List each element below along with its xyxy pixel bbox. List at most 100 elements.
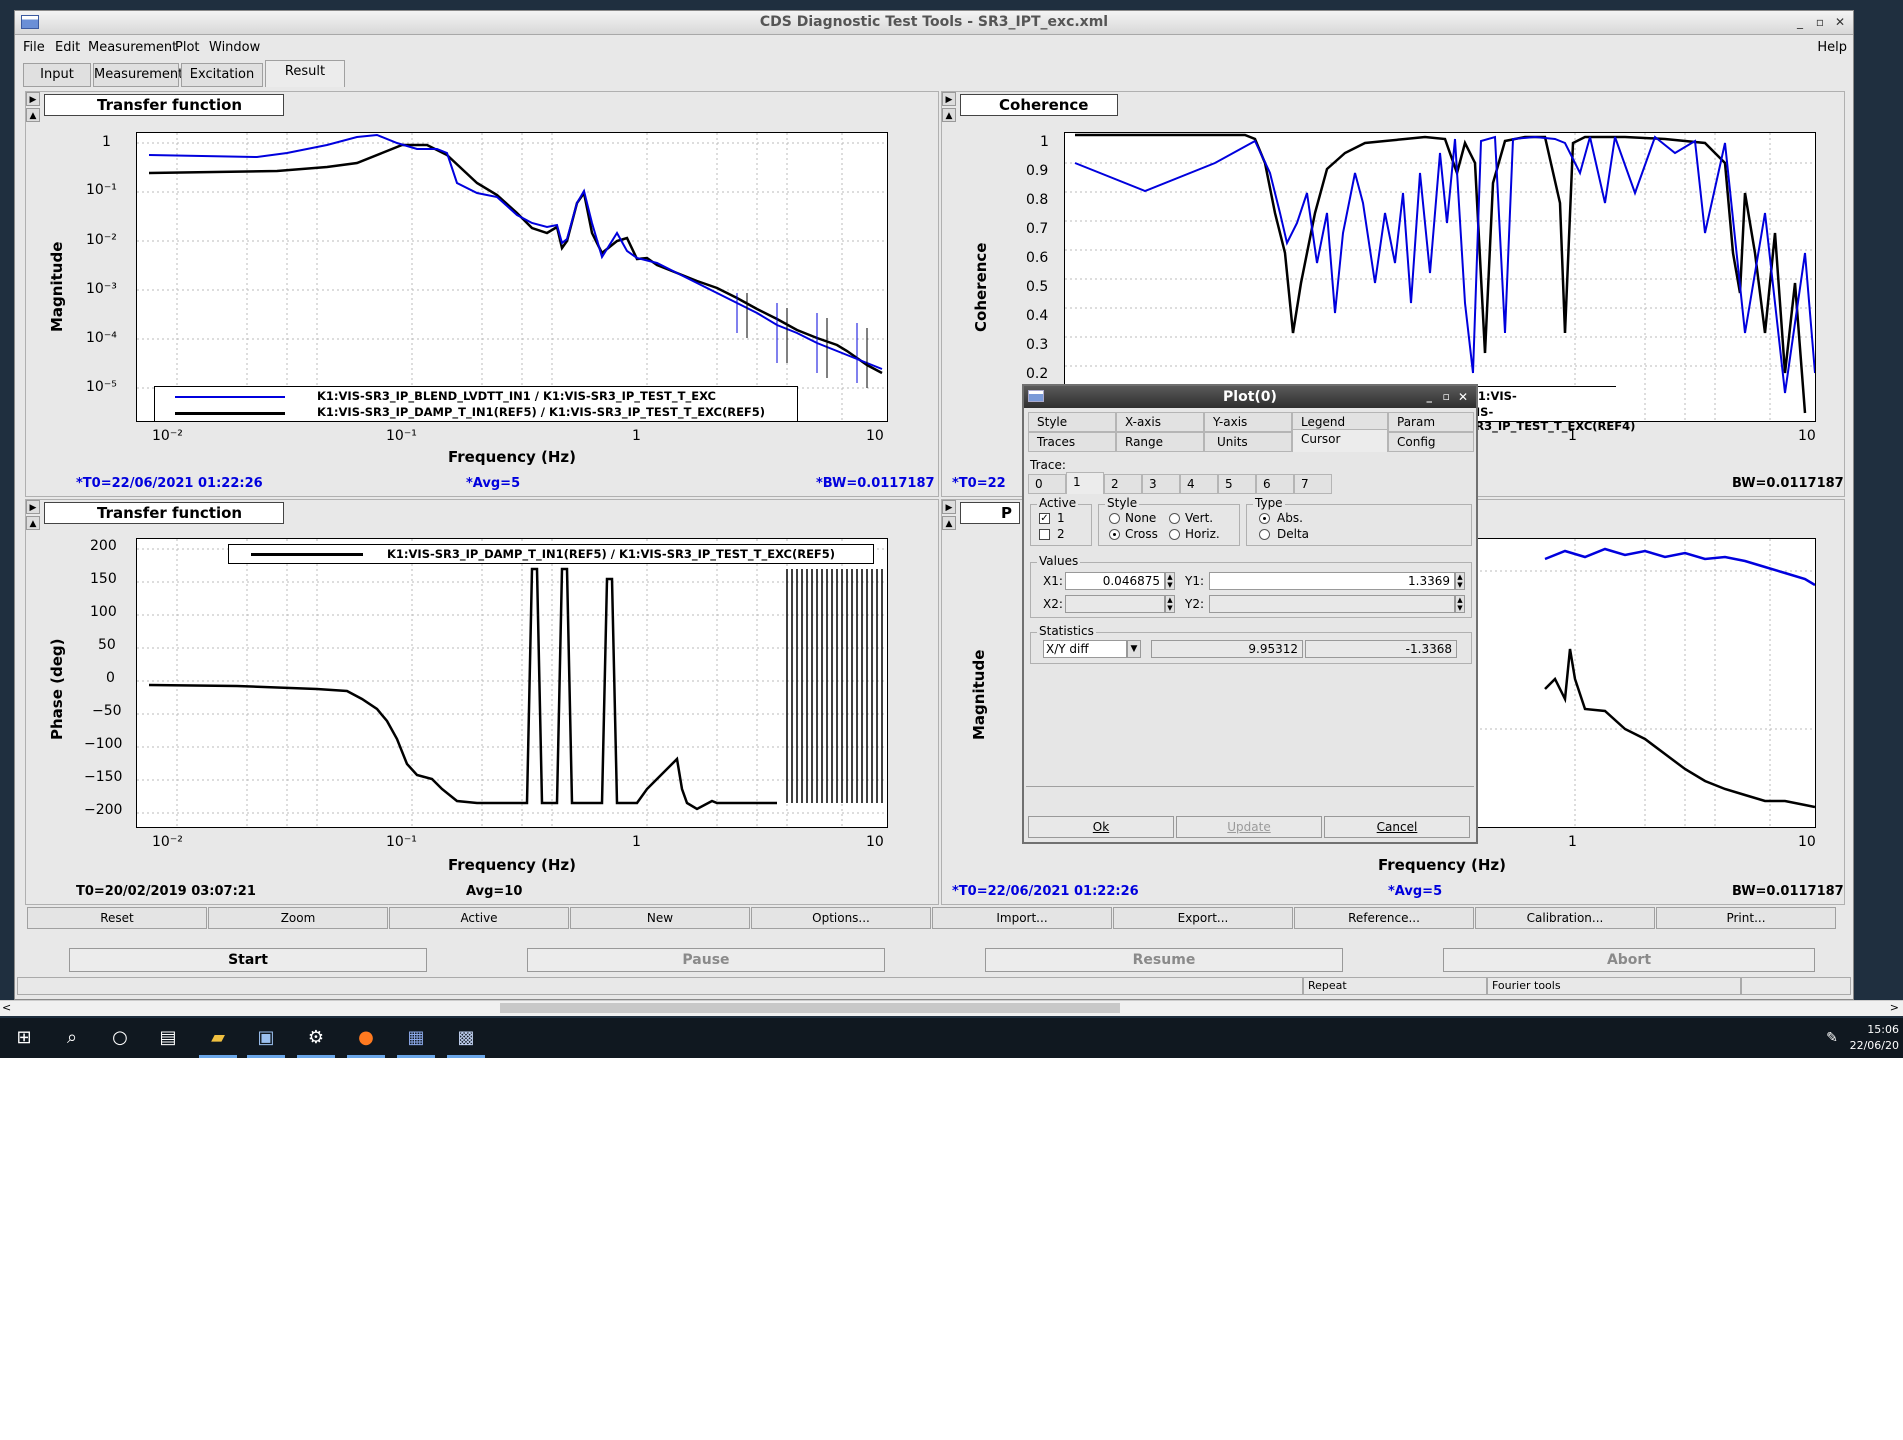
- dialog-minimize-icon[interactable]: _: [1427, 386, 1433, 408]
- magnitude-plot[interactable]: [136, 132, 888, 422]
- file-explorer-icon[interactable]: ▰: [206, 1026, 230, 1050]
- expand-arrow-icon[interactable]: ▶: [26, 500, 40, 514]
- expand-arrow-icon[interactable]: ▶: [26, 92, 40, 106]
- dialog-tab-traces[interactable]: Traces: [1028, 432, 1116, 452]
- scroll-left-icon[interactable]: <: [2, 1001, 11, 1014]
- system-clock[interactable]: 15:06 22/06/20: [1850, 1022, 1899, 1054]
- dialog-tab-param[interactable]: Param: [1388, 412, 1474, 432]
- menu-edit[interactable]: Edit: [55, 40, 80, 55]
- t0-label: *T0=22/06/2021 01:22:26: [76, 476, 263, 491]
- ok-button[interactable]: Ok: [1028, 816, 1174, 838]
- settings-gear-icon[interactable]: ⚙: [304, 1026, 328, 1050]
- style-vert-radio[interactable]: [1169, 513, 1180, 524]
- abort-button[interactable]: Abort: [1443, 948, 1815, 972]
- tab-excitation[interactable]: Excitation: [181, 63, 263, 87]
- horizontal-scrollbar[interactable]: < >: [0, 1000, 1903, 1016]
- trace-tab-2[interactable]: 2: [1104, 474, 1142, 494]
- dialog-title-bar[interactable]: Plot(0) _ ▫ ✕: [1024, 386, 1476, 408]
- start-menu-icon[interactable]: ⊞: [12, 1026, 36, 1050]
- trace-tab-3[interactable]: 3: [1142, 474, 1180, 494]
- resume-button[interactable]: Resume: [985, 948, 1343, 972]
- dialog-tab-style[interactable]: Style: [1028, 412, 1116, 432]
- tab-input[interactable]: Input: [23, 63, 91, 87]
- dialog-close-icon[interactable]: ✕: [1458, 386, 1468, 408]
- statistics-select[interactable]: X/Y diff: [1043, 640, 1127, 658]
- y1-input[interactable]: 1.3369: [1209, 572, 1455, 590]
- remote-desktop-icon[interactable]: ▣: [254, 1026, 278, 1050]
- firefox-icon[interactable]: ●: [354, 1026, 378, 1050]
- menu-help[interactable]: Help: [1817, 40, 1847, 55]
- export-button[interactable]: Export...: [1113, 907, 1293, 929]
- type-abs-radio[interactable]: [1259, 513, 1270, 524]
- active-1-checkbox[interactable]: ✓: [1039, 513, 1050, 524]
- import-button[interactable]: Import...: [932, 907, 1112, 929]
- update-button[interactable]: Update: [1176, 816, 1322, 838]
- trace-tab-6[interactable]: 6: [1256, 474, 1294, 494]
- pause-button[interactable]: Pause: [527, 948, 885, 972]
- chevron-down-icon[interactable]: ▼: [1127, 640, 1141, 658]
- scroll-thumb[interactable]: [500, 1003, 1120, 1013]
- expand-arrow-icon[interactable]: ▶: [942, 500, 956, 514]
- maximize-icon[interactable]: ▫: [1813, 15, 1827, 29]
- dialog-tab-range[interactable]: Range: [1116, 432, 1204, 452]
- collapse-arrow-icon[interactable]: ▲: [942, 516, 956, 530]
- y1-spinner[interactable]: ▲ ▼: [1455, 572, 1465, 590]
- active-2-checkbox[interactable]: [1039, 529, 1050, 540]
- x2-spinner[interactable]: ▲ ▼: [1165, 595, 1175, 613]
- dialog-tab-cursor[interactable]: Cursor: [1292, 429, 1388, 452]
- menu-file[interactable]: File: [23, 40, 45, 55]
- style-horiz-radio[interactable]: [1169, 529, 1180, 540]
- active-button[interactable]: Active: [389, 907, 569, 929]
- x2-input[interactable]: [1065, 595, 1165, 613]
- pen-tray-icon[interactable]: ✎: [1820, 1026, 1844, 1050]
- phase-plot[interactable]: [136, 538, 888, 828]
- menu-measurement[interactable]: Measurement: [88, 40, 177, 55]
- y2-spinner[interactable]: ▲ ▼: [1455, 595, 1465, 613]
- network-app-icon[interactable]: ▦: [404, 1026, 428, 1050]
- y2-input[interactable]: [1209, 595, 1455, 613]
- search-icon[interactable]: ⌕: [60, 1026, 84, 1050]
- reset-button[interactable]: Reset: [27, 907, 207, 929]
- tab-measurement[interactable]: Measurement: [93, 63, 183, 87]
- style-cross-radio[interactable]: [1109, 529, 1120, 540]
- expand-arrow-icon[interactable]: ▶: [942, 92, 956, 106]
- dialog-tab-config[interactable]: Config: [1388, 432, 1474, 452]
- dialog-tab-y-axis[interactable]: Y-axis: [1204, 412, 1292, 432]
- new-button[interactable]: New: [570, 907, 750, 929]
- menu-plot[interactable]: Plot: [175, 40, 200, 55]
- trace-tab-7[interactable]: 7: [1294, 474, 1332, 494]
- collapse-arrow-icon[interactable]: ▲: [26, 108, 40, 122]
- trace-tab-5[interactable]: 5: [1218, 474, 1256, 494]
- x2-label: X2:: [1043, 597, 1063, 611]
- terminal-app-icon[interactable]: ▩: [454, 1026, 478, 1050]
- reference-button[interactable]: Reference...: [1294, 907, 1474, 929]
- x1-spinner[interactable]: ▲ ▼: [1165, 572, 1175, 590]
- trace-tab-4[interactable]: 4: [1180, 474, 1218, 494]
- collapse-arrow-icon[interactable]: ▲: [942, 108, 956, 122]
- menu-window[interactable]: Window: [209, 40, 260, 55]
- calibration-button[interactable]: Calibration...: [1475, 907, 1655, 929]
- dialog-tab-units[interactable]: Units: [1204, 432, 1292, 452]
- style-none-radio[interactable]: [1109, 513, 1120, 524]
- options-button[interactable]: Options...: [751, 907, 931, 929]
- trace-tab-0[interactable]: 0: [1028, 474, 1066, 494]
- zoom-button[interactable]: Zoom: [208, 907, 388, 929]
- dialog-tab-x-axis[interactable]: X-axis: [1116, 412, 1204, 432]
- coherence-plot[interactable]: [1064, 132, 1816, 422]
- x1-input[interactable]: 0.046875: [1065, 572, 1165, 590]
- minimize-icon[interactable]: _: [1793, 15, 1807, 29]
- cortana-icon[interactable]: ○: [108, 1026, 132, 1050]
- scroll-right-icon[interactable]: >: [1890, 1001, 1899, 1014]
- collapse-arrow-icon[interactable]: ▲: [26, 516, 40, 530]
- close-icon[interactable]: ✕: [1833, 15, 1847, 29]
- cancel-button[interactable]: Cancel: [1324, 816, 1470, 838]
- dialog-maximize-icon[interactable]: ▫: [1443, 386, 1450, 408]
- tab-result[interactable]: Result: [265, 60, 345, 87]
- title-bar[interactable]: CDS Diagnostic Test Tools - SR3_IPT_exc.…: [15, 11, 1853, 35]
- task-view-icon[interactable]: ▤: [156, 1026, 180, 1050]
- dialog-title: Plot(0): [1223, 389, 1277, 405]
- print-button[interactable]: Print...: [1656, 907, 1836, 929]
- trace-tab-1[interactable]: 1: [1066, 472, 1104, 494]
- start-button[interactable]: Start: [69, 948, 427, 972]
- type-delta-radio[interactable]: [1259, 529, 1270, 540]
